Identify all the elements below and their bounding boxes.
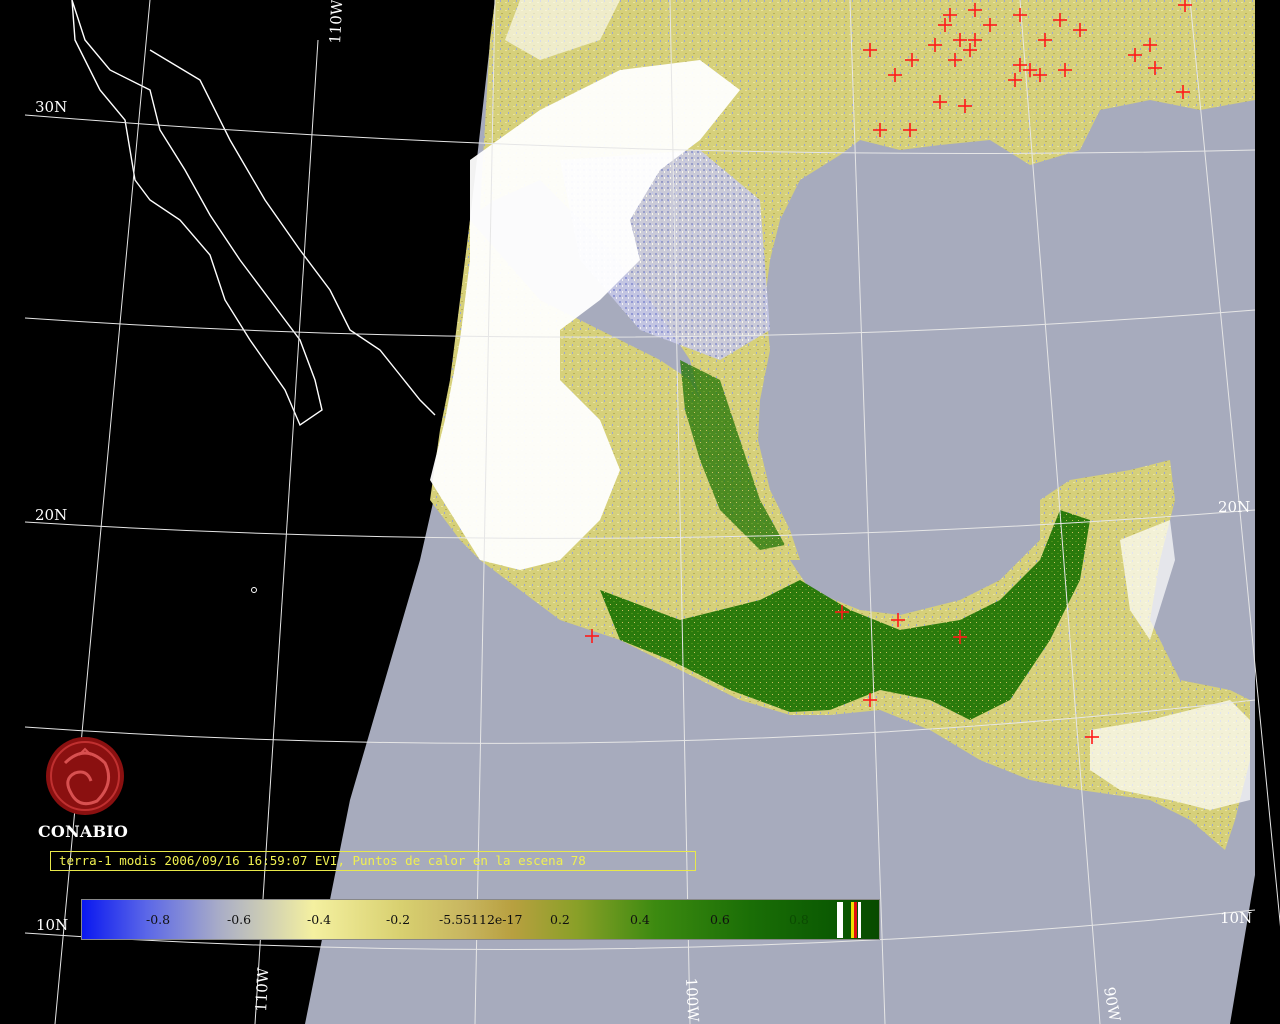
label-lon-110w-bottom: 110W bbox=[252, 967, 272, 1013]
colorbar-marker-white-2 bbox=[858, 902, 861, 938]
colorbar-tick: -0.6 bbox=[227, 912, 252, 927]
island-marker bbox=[251, 587, 257, 593]
label-lat-20n-left: 20N bbox=[35, 506, 67, 524]
conabio-logo bbox=[46, 737, 124, 815]
label-lat-10n-left: 10N bbox=[36, 916, 68, 934]
label-lat-20n-right: 20N bbox=[1218, 498, 1250, 516]
evi-colorbar: -0.8 -0.6 -0.4 -0.2 -5.55112e-17 0.2 0.4… bbox=[81, 899, 880, 940]
coastline-sonora bbox=[149, 49, 436, 416]
colorbar-tick: 0.6 bbox=[710, 912, 730, 927]
colorbar-tick: -0.8 bbox=[146, 912, 171, 927]
label-lat-10n-right: 10N bbox=[1220, 909, 1252, 927]
label-lon-110w-top: 110W bbox=[326, 0, 346, 44]
label-lon-100w: 100W bbox=[682, 977, 702, 1023]
colorbar-tick: 0.4 bbox=[630, 912, 650, 927]
colorbar-marker-red bbox=[854, 902, 857, 938]
brand-name: CONABIO bbox=[38, 822, 129, 841]
colorbar-tick: 0.8 bbox=[789, 912, 809, 927]
colorbar-tick: -0.4 bbox=[307, 912, 332, 927]
colorbar-tick: 0.2 bbox=[550, 912, 570, 927]
coastline-baja bbox=[71, 0, 323, 427]
colorbar-tick: -0.2 bbox=[386, 912, 411, 927]
scene-caption: terra-1 modis 2006/09/16 16:59:07 EVI, P… bbox=[50, 851, 696, 871]
colorbar-tick: -5.55112e-17 bbox=[439, 912, 523, 927]
colorbar-marker-white bbox=[837, 902, 843, 938]
label-lat-30n: 30N bbox=[35, 98, 67, 116]
